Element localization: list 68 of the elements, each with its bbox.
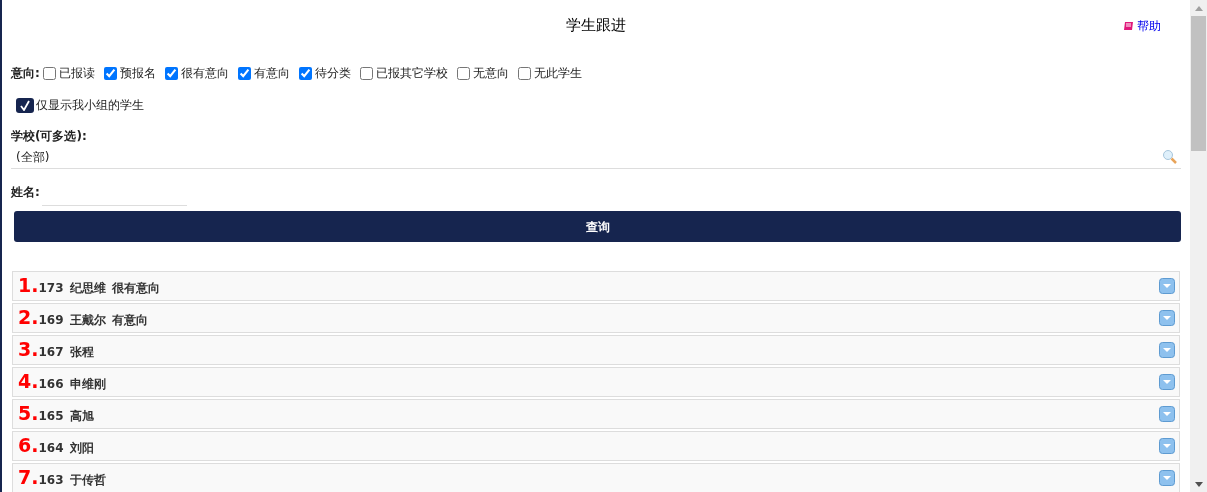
checkbox-label: 无此学生 <box>533 65 582 82</box>
student-intent: 很有意向 <box>111 279 160 297</box>
student-name: 于传哲 <box>69 471 106 489</box>
row-index: 3. <box>18 339 39 359</box>
intent-checkbox[interactable] <box>298 66 312 80</box>
checkbox-label: 无意向 <box>472 65 509 82</box>
checkbox-label: 仅显示我小组的学生 <box>36 97 144 114</box>
student-row[interactable]: 6.164 刘阳 <box>12 431 1180 461</box>
intent-checkbox[interactable] <box>517 66 531 80</box>
row-index: 5. <box>18 403 39 423</box>
school-label: 学校(可多选): <box>11 128 88 145</box>
intent-checkbox[interactable] <box>164 66 178 80</box>
student-score: 166 <box>38 375 64 393</box>
checkbox-label: 已报其它学校 <box>375 65 448 82</box>
checkbox-label: 已报读 <box>58 65 95 82</box>
checkbox-label: 待分类 <box>314 65 351 82</box>
student-row[interactable]: 1.173 纪思维 很有意向 <box>12 271 1180 301</box>
student-row[interactable]: 5.165 高旭 <box>12 399 1180 429</box>
checkbox-label: 预报名 <box>119 65 156 82</box>
student-score: 167 <box>38 343 64 361</box>
student-name: 高旭 <box>69 407 94 425</box>
expand-icon[interactable] <box>1159 278 1175 294</box>
search-icon[interactable] <box>1162 149 1177 164</box>
query-button[interactable]: 查询 <box>14 211 1181 242</box>
student-row[interactable]: 7.163 于传哲 <box>12 463 1180 492</box>
intent-checkbox[interactable] <box>42 66 56 80</box>
student-name: 申维刚 <box>69 375 106 393</box>
row-index: 7. <box>18 467 39 487</box>
row-index: 1. <box>18 275 39 295</box>
checkbox-label: 很有意向 <box>180 65 229 82</box>
student-name: 纪思维 <box>69 279 106 297</box>
student-score: 163 <box>38 471 64 489</box>
row-index: 6. <box>18 435 39 455</box>
scrollbar[interactable] <box>1190 0 1207 492</box>
row-index: 2. <box>18 307 39 327</box>
school-select[interactable]: (全部) <box>11 145 1181 169</box>
student-intent: 有意向 <box>111 311 148 329</box>
student-score: 169 <box>38 311 64 329</box>
expand-icon[interactable] <box>1159 470 1175 486</box>
student-row[interactable]: 2.169 王戴尔 有意向 <box>12 303 1180 333</box>
student-row[interactable]: 3.167 张程 <box>12 335 1180 365</box>
intent-label: 意向: <box>11 65 40 82</box>
student-name: 王戴尔 <box>69 311 106 329</box>
expand-icon[interactable] <box>1159 438 1175 454</box>
expand-icon[interactable] <box>1159 374 1175 390</box>
student-row[interactable]: 4.166 申维刚 <box>12 367 1180 397</box>
expand-icon[interactable] <box>1159 406 1175 422</box>
group-checkbox[interactable] <box>16 97 34 113</box>
name-label: 姓名: <box>11 184 40 201</box>
expand-icon[interactable] <box>1159 310 1175 326</box>
student-name: 张程 <box>69 343 94 361</box>
student-name: 刘阳 <box>69 439 94 457</box>
book-icon <box>1123 20 1134 32</box>
scroll-thumb[interactable] <box>1191 16 1206 151</box>
expand-icon[interactable] <box>1159 342 1175 358</box>
intent-checkbox[interactable] <box>359 66 373 80</box>
checkbox-label: 有意向 <box>253 65 290 82</box>
student-score: 173 <box>38 279 64 297</box>
row-index: 4. <box>18 371 39 391</box>
intent-checkbox[interactable] <box>237 66 251 80</box>
scroll-up-icon[interactable] <box>1194 5 1203 11</box>
student-score: 164 <box>38 439 64 457</box>
intent-checkbox[interactable] <box>456 66 470 80</box>
scroll-down-icon[interactable] <box>1194 481 1203 487</box>
help-link[interactable]: 帮助 <box>1123 17 1161 35</box>
student-score: 165 <box>38 407 64 425</box>
intent-checkbox[interactable] <box>103 66 117 80</box>
page-title: 学生跟进 <box>566 14 626 36</box>
